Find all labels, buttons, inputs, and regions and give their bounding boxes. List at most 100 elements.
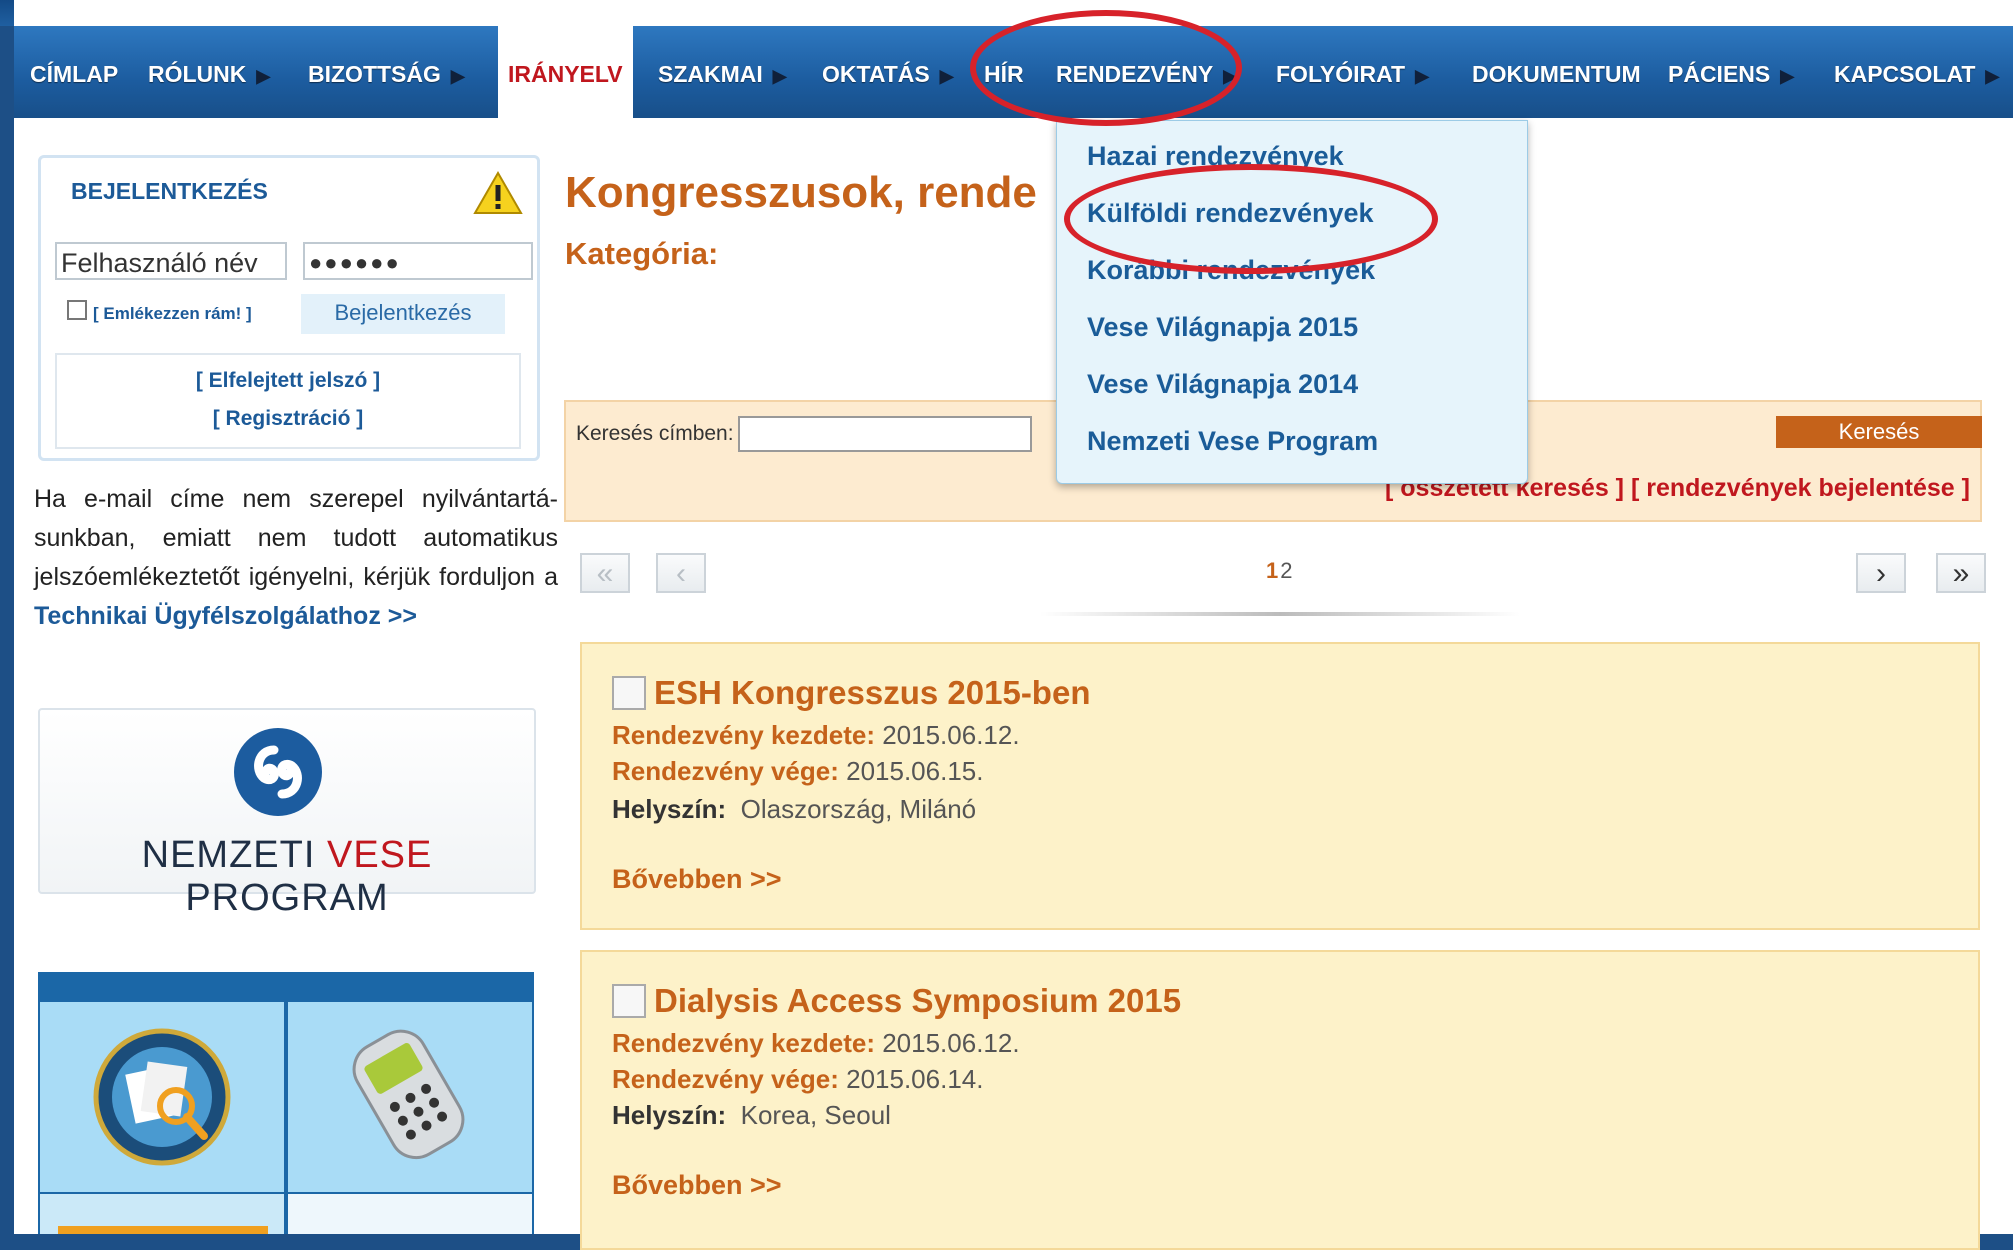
nav-item-paciens[interactable]: Páciens ▶: [1668, 26, 1794, 118]
last-page-button[interactable]: »: [1936, 553, 1986, 593]
event-start: Rendezvény kezdete: 2015.06.12.: [612, 1028, 1020, 1059]
calculator-tile[interactable]: [288, 1002, 532, 1192]
event-start: Rendezvény kezdete: 2015.06.12.: [612, 720, 1020, 751]
event-place-label: Helyszín:: [612, 794, 727, 824]
page-title: Kongresszusok, rende: [565, 168, 1037, 217]
prev-page-button[interactable]: ‹: [656, 553, 706, 593]
nvp-logo-icon: [234, 728, 322, 816]
event-end: Rendezvény vége: 2015.06.15.: [612, 756, 983, 787]
nav-label: Kapcsolat: [1834, 61, 1976, 87]
triangle-right-icon: ▶: [1780, 65, 1795, 86]
nav-label: Szakmai: [658, 61, 763, 87]
calendar-icon: [612, 984, 646, 1018]
help-text-body: Ha e-mail címe nem szerepel nyilvántartá…: [34, 485, 558, 591]
search-input[interactable]: [738, 416, 1032, 452]
register-link[interactable]: [ Regisztráció ]: [57, 407, 519, 431]
nav-label: Páciens: [1668, 61, 1771, 87]
warning-icon: [473, 170, 523, 214]
forgot-password-link[interactable]: [ Elfelejtett jelszó ]: [57, 369, 519, 393]
nav-item-rendezveny[interactable]: Rendezvény ▶: [1056, 26, 1237, 118]
event-title[interactable]: ESH Kongresszus 2015-ben: [654, 674, 1090, 712]
nav-item-oktatas[interactable]: Oktatás ▶: [822, 26, 954, 118]
category-label: Kategória:: [565, 236, 719, 271]
nav-label: Bizottság: [308, 61, 441, 87]
nav-item-folyoirat[interactable]: Folyóirat ▶: [1276, 26, 1429, 118]
event-start-value: 2015.06.12.: [882, 720, 1020, 750]
event-end-label: Rendezvény vége:: [612, 1064, 839, 1094]
first-page-button[interactable]: «: [580, 553, 630, 593]
help-text: Ha e-mail címe nem szerepel nyilvántartá…: [34, 480, 558, 636]
separator: [1040, 612, 1520, 616]
search-button[interactable]: Keresés: [1776, 416, 1982, 448]
triangle-right-icon: ▶: [1415, 65, 1429, 86]
nav-label: Dokumentum: [1472, 61, 1641, 87]
event-start-label: Rendezvény kezdete:: [612, 1028, 875, 1058]
login-box: BEJELENTKEZÉS Felhasználó név ●●●●●● [ E…: [38, 155, 540, 461]
menu-item-korabbi[interactable]: Korábbi rendezvények: [1087, 255, 1375, 286]
nav-label: Irányelv: [508, 61, 623, 87]
nvp-title-3: PROGRAM: [185, 877, 389, 919]
event-card: ESH Kongresszus 2015-ben Rendezvény kezd…: [580, 642, 1980, 930]
tile-strip-left: [40, 1194, 284, 1234]
nav-item-szakmai[interactable]: Szakmai ▶: [658, 26, 787, 118]
nvp-title-1: NEMZETI: [141, 834, 327, 876]
menu-item-kulfoldi[interactable]: Külföldi rendezvények: [1087, 198, 1374, 229]
tech-support-link[interactable]: Technikai Ügyfélszolgálathoz >>: [34, 602, 417, 630]
event-title[interactable]: Dialysis Access Symposium 2015: [654, 982, 1181, 1020]
nav-item-kapcsolat[interactable]: Kapcsolat ▶: [1834, 26, 1999, 118]
next-page-button[interactable]: ›: [1856, 553, 1906, 593]
event-place-value: Olaszország, Milánó: [740, 794, 977, 824]
menu-item-vese-vilagnapja-2015[interactable]: Vese Világnapja 2015: [1087, 312, 1358, 343]
nav-label: Hír: [984, 61, 1024, 87]
nav-item-dokumentum[interactable]: Dokumentum: [1472, 26, 1641, 118]
event-end-value: 2015.06.14.: [846, 1064, 984, 1094]
nemzeti-vese-program-banner[interactable]: NEMZETI VESE PROGRAM: [38, 708, 536, 919]
event-start-value: 2015.06.12.: [882, 1028, 1020, 1058]
triangle-right-icon: ▶: [1985, 65, 2000, 86]
nav-item-iranyelv[interactable]: Irányelv: [498, 26, 633, 118]
event-more-link[interactable]: Bővebben >>: [612, 1170, 782, 1201]
nav-label: Címlap: [30, 61, 119, 87]
page-link-2[interactable]: 2: [1280, 558, 1292, 583]
username-field[interactable]: Felhasználó név: [55, 242, 287, 280]
event-more-link[interactable]: Bővebben >>: [612, 864, 782, 895]
event-start-label: Rendezvény kezdete:: [612, 720, 875, 750]
main-nav: Címlap Rólunk ▶ Bizottság ▶ Irányelv Szakm…: [14, 26, 2013, 118]
nav-item-rolunk[interactable]: Rólunk ▶: [148, 26, 270, 118]
triangle-right-icon: ▶: [256, 65, 271, 86]
triangle-right-icon: ▶: [450, 65, 465, 86]
triangle-right-icon: ▶: [1223, 65, 1238, 86]
menu-item-hazai[interactable]: Hazai rendezvények: [1087, 141, 1344, 172]
remember-label[interactable]: [ Emlékezzen rám! ]: [93, 304, 252, 324]
tile-accent-bar: [58, 1226, 268, 1234]
nav-item-hir[interactable]: Hír: [984, 26, 1024, 118]
magnifier-documents-icon: [93, 1028, 231, 1166]
password-field[interactable]: ●●●●●●: [303, 242, 533, 280]
event-end-label: Rendezvény vége:: [612, 756, 839, 786]
nav-label: Rendezvény: [1056, 61, 1214, 87]
event-place-label: Helyszín:: [612, 1100, 727, 1130]
remember-checkbox[interactable]: [67, 300, 87, 320]
nav-label: Folyóirat: [1276, 61, 1406, 87]
nav-item-bizottsag[interactable]: Bizottság ▶: [308, 26, 465, 118]
nav-label: Oktatás: [822, 61, 930, 87]
publications-tile[interactable]: [40, 1002, 284, 1192]
nav-item-cimlap[interactable]: Címlap: [30, 26, 118, 118]
event-place: Helyszín: Korea, Seoul: [612, 1100, 891, 1131]
triangle-right-icon: ▶: [772, 65, 787, 86]
account-links: [ Elfelejtett jelszó ] [ Regisztráció ]: [55, 353, 521, 449]
event-place: Helyszín: Olaszország, Milánó: [612, 794, 976, 825]
login-title: BEJELENTKEZÉS: [71, 178, 268, 204]
calendar-icon: [612, 676, 646, 710]
search-label: Keresés címben:: [576, 422, 734, 445]
nvp-title-2: VESE: [326, 834, 433, 876]
event-card: Dialysis Access Symposium 2015 Rendezvén…: [580, 950, 1980, 1250]
login-button[interactable]: Bejelentkezés: [301, 294, 505, 334]
tool-tiles: [38, 972, 534, 1234]
event-end-value: 2015.06.15.: [846, 756, 984, 786]
tile-strip-right: [288, 1194, 532, 1234]
nvp-title: NEMZETI VESE PROGRAM: [40, 834, 534, 920]
menu-item-vese-vilagnapja-2014[interactable]: Vese Világnapja 2014: [1087, 369, 1358, 400]
menu-item-nemzeti-vese-program[interactable]: Nemzeti Vese Program: [1087, 426, 1378, 457]
event-end: Rendezvény vége: 2015.06.14.: [612, 1064, 983, 1095]
